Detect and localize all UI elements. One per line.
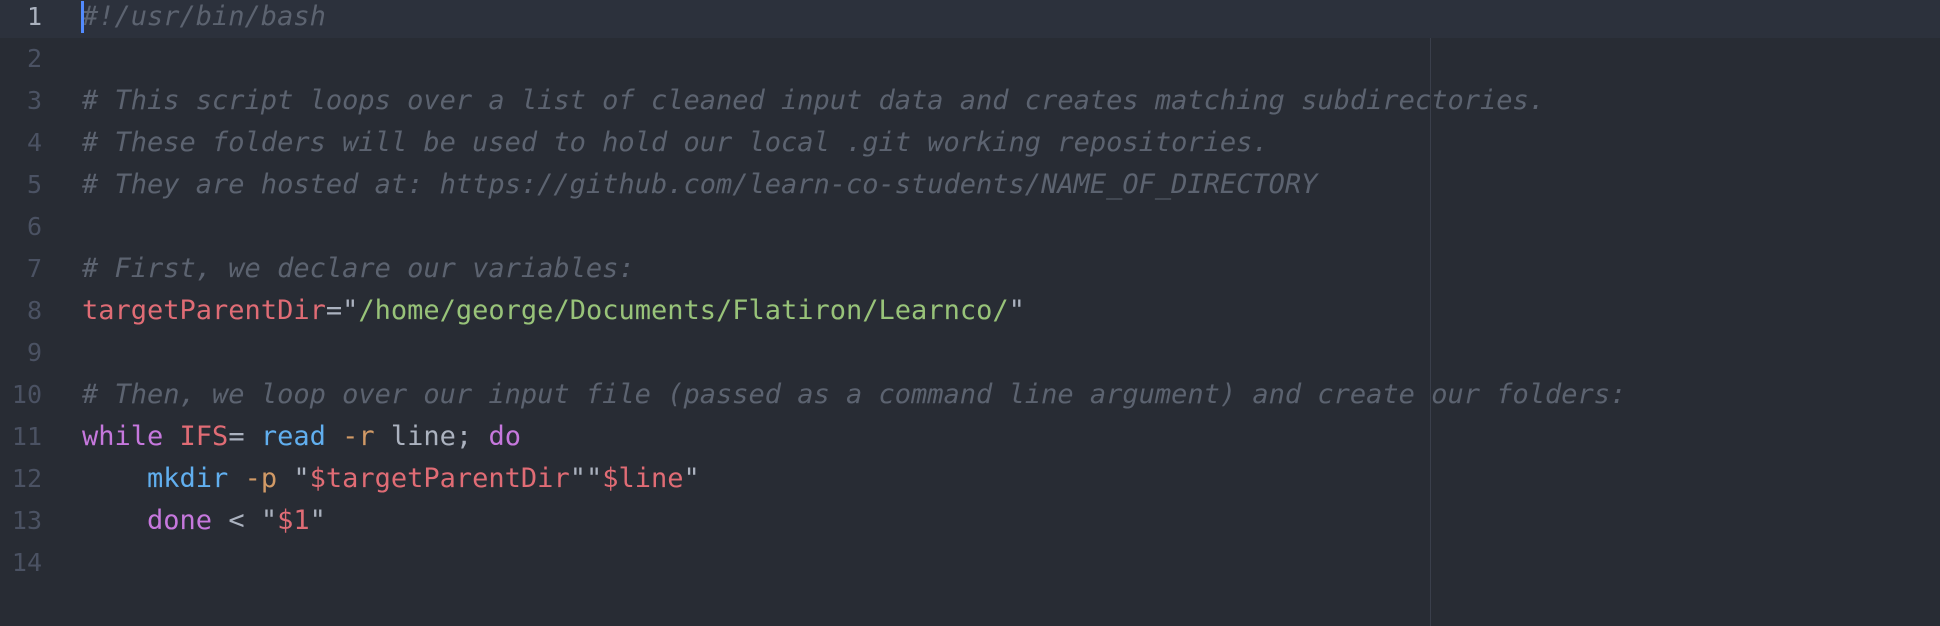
code-line[interactable]: 8 targetParentDir="/home/george/Documents… xyxy=(0,290,1940,332)
code-token-comment: # These folders will be used to hold our… xyxy=(82,127,1269,158)
code-token-var: $1 xyxy=(277,505,310,536)
code-line[interactable]: 9 xyxy=(0,332,1940,374)
code-token-comment: #!/usr/bin/bash xyxy=(82,1,326,32)
line-code[interactable]: done < "$1" xyxy=(82,500,326,542)
code-token-var: $line xyxy=(602,463,684,494)
code-token-plain: line; xyxy=(374,421,489,452)
code-token-fn: mkdir xyxy=(147,463,229,494)
line-number: 10 xyxy=(11,380,42,409)
code-token-str: /home/george/Documents/Flatiron/Learnco/ xyxy=(358,295,1009,326)
code-token-plain: " xyxy=(1008,295,1025,326)
line-number: 6 xyxy=(26,212,42,241)
line-code[interactable]: #!/usr/bin/bash xyxy=(82,0,326,38)
code-line[interactable]: 11 while IFS= read -r line; do xyxy=(0,416,1940,458)
line-number: 14 xyxy=(11,548,42,577)
line-number: 11 xyxy=(11,422,42,451)
code-line[interactable]: 4 # These folders will be used to hold ou… xyxy=(0,122,1940,164)
line-code[interactable]: # Then, we loop over our input file (pas… xyxy=(82,374,1626,416)
code-line[interactable]: 6 xyxy=(0,206,1940,248)
code-token-opt: -r xyxy=(342,421,375,452)
line-code[interactable]: mkdir -p "$targetParentDir""$line" xyxy=(82,458,700,500)
code-line[interactable]: 14 xyxy=(0,542,1940,584)
code-line[interactable]: 1 #!/usr/bin/bash xyxy=(0,0,1940,38)
line-number: 8 xyxy=(26,296,42,325)
code-token-plain: " xyxy=(277,463,310,494)
line-code[interactable]: # First, we declare our variables: xyxy=(82,248,635,290)
code-token-var: targetParentDir xyxy=(82,295,326,326)
code-editor[interactable]: 1 #!/usr/bin/bash 2 3 # This script loops ov… xyxy=(0,0,1940,626)
line-code[interactable]: while IFS= read -r line; do xyxy=(82,416,521,458)
line-number: 2 xyxy=(26,44,42,73)
line-number: 4 xyxy=(26,128,42,157)
code-line[interactable]: 5 # They are hosted at: https://github.co… xyxy=(0,164,1940,206)
line-number: 9 xyxy=(26,338,42,367)
code-token-kw: done xyxy=(147,505,213,536)
code-line[interactable]: 7 # First, we declare our variables: xyxy=(0,248,1940,290)
line-code[interactable]: # These folders will be used to hold our… xyxy=(82,122,1269,164)
code-token-var: $targetParentDir xyxy=(309,463,570,494)
text-cursor xyxy=(81,1,84,33)
code-line[interactable]: 10 # Then, we loop over our input file (p… xyxy=(0,374,1940,416)
line-number: 7 xyxy=(26,254,42,283)
code-token-comment: # First, we declare our variables: xyxy=(82,253,635,284)
code-token-fn: read xyxy=(260,421,326,452)
code-token-comment: # This script loops over a list of clean… xyxy=(82,85,1545,116)
line-number: 5 xyxy=(26,170,42,199)
code-token-opt: -p xyxy=(244,463,278,494)
code-token-plain: " xyxy=(309,505,326,536)
code-line[interactable]: 13 done < "$1" xyxy=(0,500,1940,542)
code-line[interactable]: 3 # This script loops over a list of clea… xyxy=(0,80,1940,122)
line-number: 12 xyxy=(11,464,42,493)
code-token-plain: " xyxy=(342,295,359,326)
line-code[interactable]: # They are hosted at: https://github.com… xyxy=(82,164,1317,206)
line-code[interactable]: targetParentDir="/home/george/Documents/… xyxy=(82,290,1025,332)
code-token-plain: "" xyxy=(569,463,603,494)
code-token-comment: # Then, we loop over our input file (pas… xyxy=(82,379,1627,410)
code-token-var: IFS xyxy=(179,421,229,452)
code-token-kw: do xyxy=(488,421,521,452)
code-line[interactable]: 12 mkdir -p "$targetParentDir""$line" xyxy=(0,458,1940,500)
line-code[interactable]: # This script loops over a list of clean… xyxy=(82,80,1545,122)
code-line[interactable]: 2 xyxy=(0,38,1940,80)
line-number: 13 xyxy=(11,506,42,535)
code-token-plain: = xyxy=(325,295,343,326)
code-token-comment: # They are hosted at: https://github.com… xyxy=(82,169,1318,200)
code-token-plain: = xyxy=(228,421,261,452)
code-token-plain: " xyxy=(683,463,700,494)
line-number: 1 xyxy=(26,2,42,31)
code-token-plain: < " xyxy=(212,505,278,536)
line-number: 3 xyxy=(26,86,42,115)
code-token-kw: while xyxy=(82,421,164,452)
